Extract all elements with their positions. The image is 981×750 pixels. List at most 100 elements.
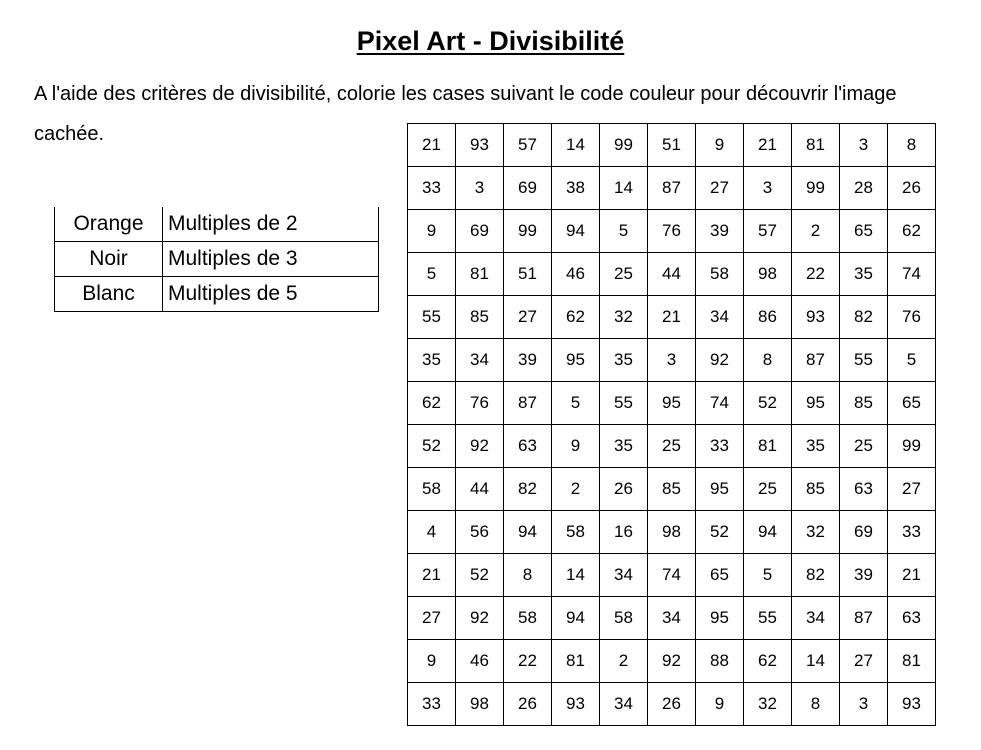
grid-cell[interactable]: 69 [455,209,504,253]
grid-cell[interactable]: 14 [551,123,600,167]
grid-cell[interactable]: 32 [743,682,792,726]
grid-cell[interactable]: 95 [551,338,600,382]
grid-cell[interactable]: 3 [455,166,504,210]
grid-cell[interactable]: 34 [599,682,648,726]
grid-cell[interactable]: 3 [839,123,888,167]
grid-cell[interactable]: 94 [743,510,792,554]
grid-cell[interactable]: 14 [599,166,648,210]
grid-cell[interactable]: 58 [599,596,648,640]
grid-cell[interactable]: 74 [695,381,744,425]
grid-cell[interactable]: 65 [887,381,936,425]
grid-cell[interactable]: 9 [695,682,744,726]
grid-cell[interactable]: 92 [647,639,696,683]
grid-cell[interactable]: 51 [647,123,696,167]
grid-cell[interactable]: 57 [503,123,552,167]
grid-cell[interactable]: 14 [791,639,840,683]
grid-cell[interactable]: 2 [791,209,840,253]
grid-cell[interactable]: 5 [407,252,456,296]
grid-cell[interactable]: 46 [551,252,600,296]
grid-cell[interactable]: 87 [839,596,888,640]
grid-cell[interactable]: 94 [503,510,552,554]
grid-cell[interactable]: 99 [887,424,936,468]
grid-cell[interactable]: 34 [455,338,504,382]
grid-cell[interactable]: 99 [791,166,840,210]
grid-cell[interactable]: 52 [695,510,744,554]
grid-cell[interactable]: 25 [647,424,696,468]
grid-cell[interactable]: 35 [839,252,888,296]
grid-cell[interactable]: 81 [887,639,936,683]
grid-cell[interactable]: 92 [695,338,744,382]
grid-cell[interactable]: 33 [407,682,456,726]
grid-cell[interactable]: 74 [647,553,696,597]
grid-cell[interactable]: 21 [887,553,936,597]
grid-cell[interactable]: 33 [407,166,456,210]
grid-cell[interactable]: 51 [503,252,552,296]
grid-cell[interactable]: 26 [503,682,552,726]
grid-cell[interactable]: 69 [503,166,552,210]
grid-cell[interactable]: 32 [791,510,840,554]
grid-cell[interactable]: 93 [887,682,936,726]
grid-cell[interactable]: 21 [743,123,792,167]
grid-cell[interactable]: 87 [647,166,696,210]
grid-cell[interactable]: 85 [455,295,504,339]
grid-cell[interactable]: 39 [695,209,744,253]
grid-cell[interactable]: 5 [887,338,936,382]
grid-cell[interactable]: 27 [407,596,456,640]
grid-cell[interactable]: 39 [503,338,552,382]
grid-cell[interactable]: 34 [599,553,648,597]
grid-cell[interactable]: 82 [503,467,552,511]
grid-cell[interactable]: 22 [503,639,552,683]
grid-cell[interactable]: 76 [455,381,504,425]
grid-cell[interactable]: 58 [503,596,552,640]
grid-cell[interactable]: 81 [743,424,792,468]
grid-cell[interactable]: 62 [887,209,936,253]
grid-cell[interactable]: 5 [743,553,792,597]
grid-cell[interactable]: 93 [791,295,840,339]
grid-cell[interactable]: 52 [407,424,456,468]
grid-cell[interactable]: 87 [503,381,552,425]
grid-cell[interactable]: 8 [887,123,936,167]
grid-cell[interactable]: 76 [647,209,696,253]
grid-cell[interactable]: 25 [743,467,792,511]
grid-cell[interactable]: 88 [695,639,744,683]
grid-cell[interactable]: 62 [407,381,456,425]
grid-cell[interactable]: 27 [695,166,744,210]
grid-cell[interactable]: 26 [647,682,696,726]
grid-cell[interactable]: 34 [695,295,744,339]
grid-cell[interactable]: 22 [791,252,840,296]
grid-cell[interactable]: 9 [407,209,456,253]
grid-cell[interactable]: 65 [839,209,888,253]
grid-cell[interactable]: 98 [455,682,504,726]
grid-cell[interactable]: 74 [887,252,936,296]
grid-cell[interactable]: 85 [791,467,840,511]
grid-cell[interactable]: 93 [455,123,504,167]
grid-cell[interactable]: 87 [791,338,840,382]
grid-cell[interactable]: 8 [743,338,792,382]
grid-cell[interactable]: 27 [887,467,936,511]
grid-cell[interactable]: 35 [599,424,648,468]
grid-cell[interactable]: 52 [455,553,504,597]
grid-cell[interactable]: 21 [407,553,456,597]
grid-cell[interactable]: 55 [407,295,456,339]
grid-cell[interactable]: 9 [551,424,600,468]
grid-cell[interactable]: 26 [887,166,936,210]
grid-cell[interactable]: 57 [743,209,792,253]
grid-cell[interactable]: 56 [455,510,504,554]
grid-cell[interactable]: 9 [407,639,456,683]
grid-cell[interactable]: 76 [887,295,936,339]
grid-cell[interactable]: 35 [599,338,648,382]
grid-cell[interactable]: 81 [551,639,600,683]
grid-cell[interactable]: 46 [455,639,504,683]
grid-cell[interactable]: 8 [503,553,552,597]
grid-cell[interactable]: 65 [695,553,744,597]
grid-cell[interactable]: 8 [791,682,840,726]
grid-cell[interactable]: 95 [647,381,696,425]
grid-cell[interactable]: 95 [791,381,840,425]
grid-cell[interactable]: 69 [839,510,888,554]
grid-cell[interactable]: 4 [407,510,456,554]
grid-cell[interactable]: 93 [551,682,600,726]
grid-cell[interactable]: 85 [839,381,888,425]
grid-cell[interactable]: 55 [599,381,648,425]
grid-cell[interactable]: 99 [503,209,552,253]
grid-cell[interactable]: 62 [743,639,792,683]
